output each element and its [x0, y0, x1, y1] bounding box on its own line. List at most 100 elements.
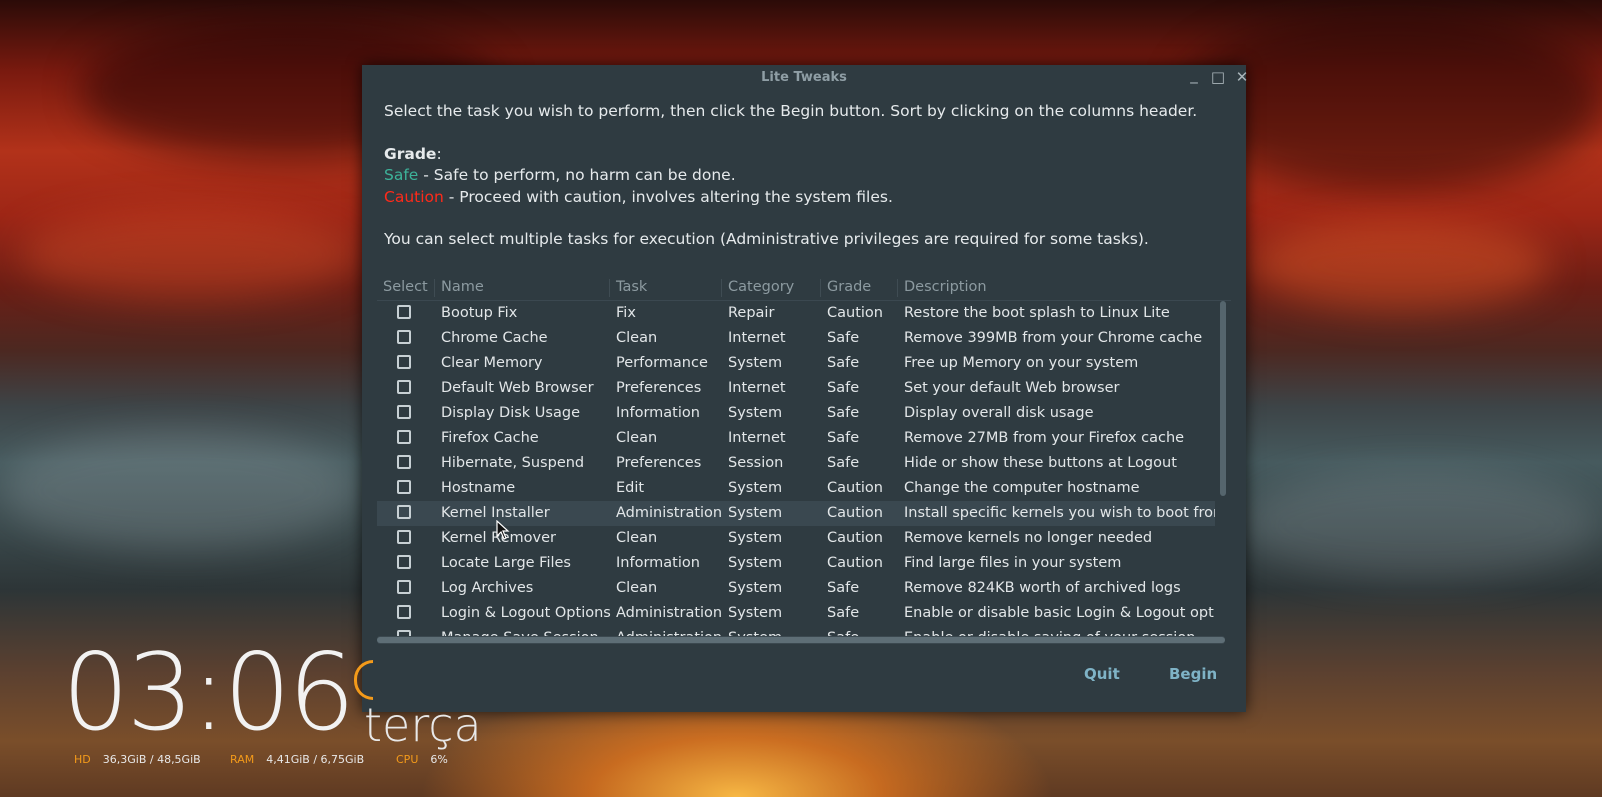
table-row[interactable]: Display Disk Usage Information System Safe D…	[377, 401, 1215, 426]
wallpaper-cloud	[1250, 220, 1550, 310]
cell-name: Firefox Cache	[441, 430, 539, 446]
ram-stat: RAM 4,41GiB / 6,75GiB	[230, 753, 364, 766]
cell-task: Clean	[616, 330, 658, 346]
quit-button[interactable]: Quit	[1084, 665, 1120, 683]
cell-grade: Safe	[827, 455, 860, 471]
header-description[interactable]: Description	[898, 279, 1231, 297]
cell-description: Hide or show these buttons at Logout	[904, 455, 1177, 471]
row-checkbox[interactable]	[397, 580, 411, 594]
caution-desc: - Proceed with caution, involves alterin…	[443, 187, 893, 206]
header-category[interactable]: Category	[722, 279, 821, 297]
grade-colon: :	[436, 144, 442, 163]
table-row[interactable]: Log Archives Clean System Safe Remove 824KB …	[377, 576, 1215, 601]
safe-word: Safe	[384, 166, 419, 184]
vertical-scroll-thumb[interactable]	[1220, 301, 1226, 496]
close-icon[interactable]: ✕	[1232, 68, 1252, 86]
row-checkbox[interactable]	[397, 355, 411, 369]
cell-description: Install specific kernels you wish to boo…	[904, 505, 1215, 521]
hd-label: HD	[74, 753, 91, 766]
row-checkbox[interactable]	[397, 455, 411, 469]
cell-grade: Caution	[827, 505, 883, 521]
cell-category: Repair	[728, 305, 775, 321]
row-checkbox[interactable]	[397, 505, 411, 519]
lite-tweaks-window: Lite Tweaks _ □ ✕ Select the task you wi…	[362, 65, 1248, 712]
cell-category: System	[728, 480, 783, 496]
cell-task: Information	[616, 555, 700, 571]
table-row[interactable]: Hostname Edit System Caution Change the comp…	[377, 476, 1215, 501]
safe-legend: Safe - Safe to perform, no harm can be d…	[384, 165, 1197, 187]
row-checkbox[interactable]	[397, 430, 411, 444]
row-checkbox[interactable]	[397, 480, 411, 494]
cell-name: Locate Large Files	[441, 555, 571, 571]
cell-category: System	[728, 355, 783, 371]
grade-heading: Grade:	[384, 144, 1197, 166]
cell-grade: Safe	[827, 430, 860, 446]
table-row[interactable]: Default Web Browser Preferences Internet Sa…	[377, 376, 1215, 401]
tasks-table: Select Name Task Category Grade Descript…	[377, 275, 1231, 645]
cell-task: Clean	[616, 430, 658, 446]
cell-grade: Safe	[827, 580, 860, 596]
horizontal-scrollbar[interactable]	[377, 636, 1225, 644]
vertical-scrollbar[interactable]	[1219, 301, 1227, 638]
cpu-stat: CPU 6%	[396, 753, 448, 766]
cell-task: Preferences	[616, 455, 702, 471]
table-row[interactable]: Chrome Cache Clean Internet Safe Remove 399M…	[377, 326, 1215, 351]
table-body: Bootup Fix Fix Repair Caution Restore the bo…	[377, 301, 1215, 638]
row-checkbox[interactable]	[397, 605, 411, 619]
cell-name: Default Web Browser	[441, 380, 594, 396]
cell-category: System	[728, 605, 783, 621]
cpu-label: CPU	[396, 753, 419, 766]
cell-category: System	[728, 555, 783, 571]
begin-button[interactable]: Begin	[1169, 665, 1217, 683]
row-checkbox[interactable]	[397, 380, 411, 394]
cell-task: Clean	[616, 580, 658, 596]
table-row[interactable]: Hibernate, Suspend Preferences Session Safe…	[377, 451, 1215, 476]
window-title: Lite Tweaks	[761, 70, 847, 85]
cell-name: Hibernate, Suspend	[441, 455, 585, 471]
row-checkbox[interactable]	[397, 330, 411, 344]
cell-category: System	[728, 530, 783, 546]
header-name[interactable]: Name	[435, 279, 610, 297]
cell-task: Preferences	[616, 380, 702, 396]
intro-text: Select the task you wish to perform, the…	[384, 101, 1197, 251]
header-task[interactable]: Task	[610, 279, 722, 297]
cell-name: Bootup Fix	[441, 305, 518, 321]
table-row[interactable]: Firefox Cache Clean Internet Safe Remove 27M…	[377, 426, 1215, 451]
wallpaper-wave	[0, 430, 360, 550]
cell-grade: Caution	[827, 530, 883, 546]
header-grade[interactable]: Grade	[821, 279, 898, 297]
row-checkbox[interactable]	[397, 530, 411, 544]
titlebar[interactable]: Lite Tweaks _ □ ✕	[362, 65, 1248, 91]
row-checkbox[interactable]	[397, 555, 411, 569]
desktop-weekday: terça	[364, 698, 482, 752]
cell-category: System	[728, 405, 783, 421]
cell-description: Enable or disable basic Login & Logout o…	[904, 605, 1215, 621]
cell-name: Display Disk Usage	[441, 405, 580, 421]
instructions: Select the task you wish to perform, the…	[384, 102, 1198, 120]
caution-legend: Caution - Proceed with caution, involves…	[384, 187, 1197, 209]
header-select[interactable]: Select	[377, 279, 435, 297]
row-checkbox[interactable]	[397, 405, 411, 419]
cell-name: Chrome Cache	[441, 330, 548, 346]
cell-description: Remove 824KB worth of archived logs	[904, 580, 1181, 596]
desktop-clock: 03:06	[62, 631, 355, 754]
clock-accent-icon	[354, 660, 373, 700]
cell-grade: Caution	[827, 555, 883, 571]
cell-name: Hostname	[441, 480, 516, 496]
multi-select-note: You can select multiple tasks for execut…	[384, 230, 1149, 248]
minimize-icon[interactable]: _	[1184, 66, 1204, 84]
cell-task: Clean	[616, 530, 658, 546]
cell-grade: Safe	[827, 380, 860, 396]
table-row[interactable]: Login & Logout Options Administration Syst…	[377, 601, 1215, 626]
maximize-icon[interactable]: □	[1208, 68, 1228, 86]
wallpaper-cloud	[20, 210, 360, 300]
cell-grade: Safe	[827, 355, 860, 371]
cell-grade: Safe	[827, 330, 860, 346]
horizontal-scroll-thumb[interactable]	[377, 637, 1225, 643]
table-row[interactable]: Bootup Fix Fix Repair Caution Restore the bo…	[377, 301, 1215, 326]
table-row[interactable]: Locate Large Files Information System Cauti…	[377, 551, 1215, 576]
cell-category: System	[728, 505, 783, 521]
hd-stat: HD 36,3GiB / 48,5GiB	[74, 753, 201, 766]
row-checkbox[interactable]	[397, 305, 411, 319]
table-row[interactable]: Clear Memory Performance System Safe Free up…	[377, 351, 1215, 376]
